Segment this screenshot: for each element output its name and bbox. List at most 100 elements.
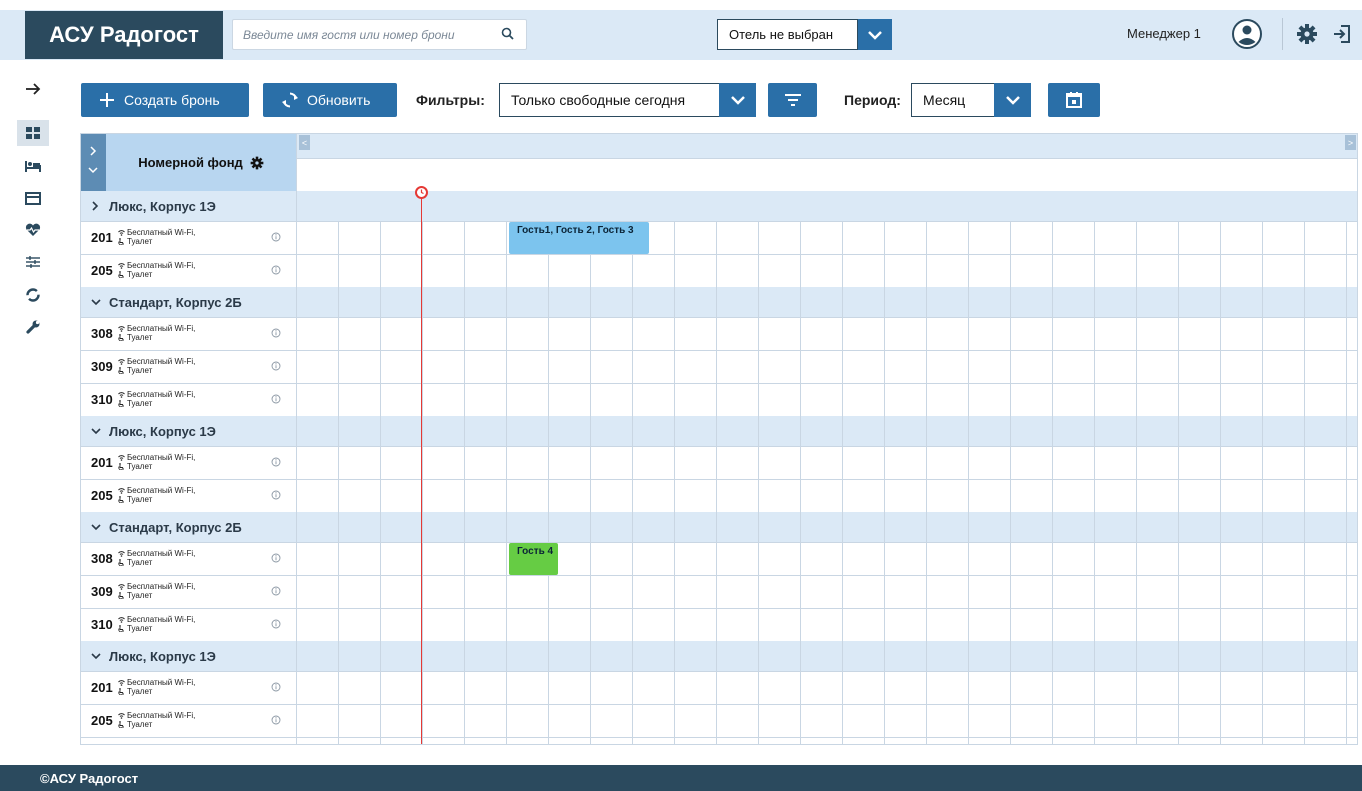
chevron-down-icon[interactable] xyxy=(81,427,109,435)
info-icon[interactable] xyxy=(271,328,281,338)
filter-options-button[interactable] xyxy=(768,83,817,117)
room-row[interactable]: 309 Бесплатный Wi-Fi, Туалет xyxy=(81,575,296,608)
chevron-down-icon[interactable] xyxy=(858,19,892,50)
room-category-row[interactable]: Люкс, Корпус 1Э xyxy=(81,191,1357,221)
room-amenities: Бесплатный Wi-Fi, Туалет xyxy=(118,357,195,375)
room-row[interactable]: 201 Бесплатный Wi-Fi, Туалет xyxy=(81,221,296,254)
search-input[interactable] xyxy=(233,20,493,49)
refresh-button[interactable]: Обновить xyxy=(263,83,397,117)
day-column-divider xyxy=(758,221,759,744)
logout-icon[interactable] xyxy=(1331,23,1353,45)
room-category-row[interactable]: Стандарт, Корпус 2Б xyxy=(81,287,1357,317)
accessible-toilet-icon xyxy=(118,687,125,696)
heart-pulse-icon[interactable] xyxy=(22,219,44,241)
room-category-row[interactable]: Люкс, Корпус 1Э xyxy=(81,641,1357,671)
user-name[interactable]: Менеджер 1 xyxy=(1127,26,1201,41)
info-icon[interactable] xyxy=(271,553,281,563)
search-icon[interactable] xyxy=(500,26,516,42)
day-column-divider xyxy=(968,221,969,744)
expand-toggle[interactable] xyxy=(81,134,106,191)
amenity-toilet: Туалет xyxy=(118,687,195,696)
room-number: 205 xyxy=(91,713,113,728)
hotel-select-value[interactable]: Отель не выбран xyxy=(717,19,858,50)
header-divider xyxy=(1282,18,1283,50)
dashboard-icon[interactable] xyxy=(17,120,49,146)
chevron-right-icon[interactable] xyxy=(81,201,109,211)
day-column-divider xyxy=(1262,221,1263,744)
calendar-button[interactable] xyxy=(1048,83,1100,117)
room-number: 205 xyxy=(91,488,113,503)
refresh-label: Обновить xyxy=(307,92,371,108)
period-select-value[interactable]: Месяц xyxy=(911,83,996,117)
room-row[interactable]: 205 Бесплатный Wi-Fi, Туалет xyxy=(81,704,296,737)
room-row[interactable]: 205 Бесплатный Wi-Fi, Туалет xyxy=(81,254,296,287)
room-fund-header[interactable]: Номерной фонд xyxy=(106,134,296,191)
clock-icon xyxy=(415,186,428,199)
amenity-toilet: Туалет xyxy=(118,399,195,408)
day-column-divider xyxy=(1304,221,1305,744)
info-icon[interactable] xyxy=(271,586,281,596)
chevron-down-icon[interactable] xyxy=(81,652,109,660)
info-icon[interactable] xyxy=(271,361,281,371)
room-category-row[interactable]: Стандарт, Корпус 2Б xyxy=(81,512,1357,542)
accessible-toilet-icon xyxy=(118,720,125,729)
amenity-toilet-label: Туалет xyxy=(127,495,153,504)
room-row[interactable]: 308 Бесплатный Wi-Fi, Туалет xyxy=(81,317,296,350)
room-row[interactable]: 201 Бесплатный Wi-Fi, Туалет xyxy=(81,671,296,704)
app-title[interactable]: АСУ Радогост xyxy=(25,11,223,59)
sliders-icon[interactable] xyxy=(22,251,44,273)
room-row[interactable]: 201 Бесплатный Wi-Fi, Туалет xyxy=(81,446,296,479)
amenity-toilet-label: Туалет xyxy=(127,462,153,471)
scroll-right-button[interactable]: > xyxy=(1345,135,1356,150)
accessible-toilet-icon xyxy=(118,366,125,375)
wifi-icon xyxy=(118,324,125,333)
credit-card-icon[interactable] xyxy=(22,187,44,209)
chevron-down-icon[interactable] xyxy=(81,523,109,531)
chevron-down-icon[interactable] xyxy=(994,83,1031,117)
room-amenities: Бесплатный Wi-Fi, Туалет xyxy=(118,711,195,729)
day-column-divider xyxy=(884,221,885,744)
avatar-icon[interactable] xyxy=(1231,18,1263,50)
filter-select-value[interactable]: Только свободные сегодня xyxy=(499,83,721,117)
info-icon[interactable] xyxy=(271,619,281,629)
room-row[interactable]: 205 Бесплатный Wi-Fi, Туалет xyxy=(81,479,296,512)
accessible-toilet-icon xyxy=(118,399,125,408)
amenity-wifi: Бесплатный Wi-Fi, xyxy=(118,261,195,270)
wrench-icon[interactable] xyxy=(22,316,44,338)
info-icon[interactable] xyxy=(271,457,281,467)
room-row[interactable]: 310 Бесплатный Wi-Fi, Туалет xyxy=(81,383,296,416)
gear-icon[interactable] xyxy=(1296,23,1318,45)
room-category-row[interactable]: Люкс, Корпус 1Э xyxy=(81,416,1357,446)
chevron-down-icon[interactable] xyxy=(81,298,109,306)
amenity-toilet-label: Туалет xyxy=(127,237,153,246)
amenity-wifi-label: Бесплатный Wi-Fi, xyxy=(127,228,196,237)
info-icon[interactable] xyxy=(271,490,281,500)
scroll-left-button[interactable]: < xyxy=(299,135,310,150)
room-row[interactable]: 310 Бесплатный Wi-Fi, Туалет xyxy=(81,608,296,641)
chevron-down-icon[interactable] xyxy=(719,83,756,117)
info-icon[interactable] xyxy=(271,715,281,725)
timeline-header xyxy=(296,134,1357,159)
bed-icon[interactable] xyxy=(22,155,44,177)
info-icon[interactable] xyxy=(271,682,281,692)
footer: ©АСУ Радогост xyxy=(0,765,1362,791)
info-icon[interactable] xyxy=(271,394,281,404)
amenity-wifi: Бесплатный Wi-Fi, xyxy=(118,390,195,399)
amenity-wifi-label: Бесплатный Wi-Fi, xyxy=(127,324,196,333)
gear-icon[interactable] xyxy=(250,156,264,170)
info-icon[interactable] xyxy=(271,232,281,242)
column-divider xyxy=(296,134,297,191)
arrow-right-icon[interactable] xyxy=(22,78,44,100)
amenity-toilet: Туалет xyxy=(118,624,195,633)
room-row[interactable]: 308 Бесплатный Wi-Fi, Туалет xyxy=(81,542,296,575)
sync-icon[interactable] xyxy=(22,284,44,306)
booking-block[interactable]: Гость1, Гость 2, Гость 3 xyxy=(509,222,649,254)
wifi-icon xyxy=(118,357,125,366)
amenity-toilet-label: Туалет xyxy=(127,687,153,696)
day-column-divider xyxy=(1346,221,1347,744)
info-icon[interactable] xyxy=(271,265,281,275)
room-row[interactable]: 309 Бесплатный Wi-Fi, Туалет xyxy=(81,350,296,383)
booking-block[interactable]: Гость 4 xyxy=(509,543,558,575)
hotel-select[interactable]: Отель не выбран xyxy=(717,19,892,50)
create-booking-button[interactable]: Создать бронь xyxy=(81,83,249,117)
